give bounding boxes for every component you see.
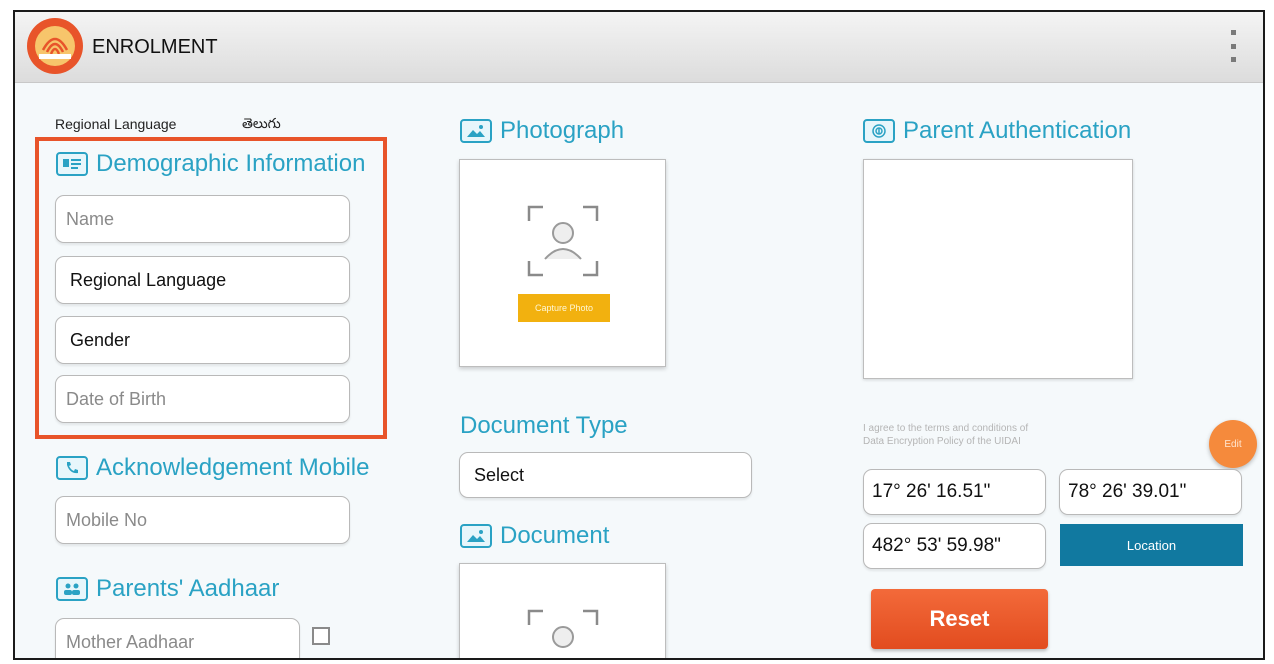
document-type-select[interactable]: Select [459,452,752,498]
photograph-title: Photograph [500,117,625,144]
parent-authentication-heading: Parent Authentication [863,117,1131,145]
demographic-title: Demographic Information [96,150,366,177]
overflow-menu-icon[interactable] [1225,30,1241,62]
altitude-field[interactable]: 482° 53' 59.98" [863,523,1046,569]
camera-frame-icon [527,609,599,648]
location-button[interactable]: Location [1060,524,1243,566]
agree-terms-line2: Data Encryption Policy of the UIDAI [863,436,1021,447]
gender-field[interactable]: Gender [55,316,350,364]
app-frame: ENROLMENT Regional Language తెలుగు Demog… [13,10,1265,660]
phone-icon [56,456,88,480]
latitude-field[interactable]: 17° 26' 16.51" [863,469,1046,515]
app-bar: ENROLMENT [15,12,1263,83]
capture-photo-button[interactable]: Capture Photo [518,294,610,322]
acknowledgement-title: Acknowledgement Mobile [96,454,370,481]
demographic-heading: Demographic Information [56,150,365,178]
parents-aadhaar-heading: Parents' Aadhaar [56,575,279,603]
app-title: ENROLMENT [92,36,218,58]
photograph-box[interactable]: Capture Photo [459,159,666,367]
date-of-birth-input[interactable]: Date of Birth [55,375,350,423]
camera-frame-icon [527,205,599,277]
longitude-field[interactable]: 78° 26' 39.01" [1059,469,1242,515]
parent-authentication-title: Parent Authentication [903,117,1132,144]
image-icon [460,119,492,143]
photograph-heading: Photograph [460,117,624,145]
parents-icon [56,577,88,601]
parents-aadhaar-title: Parents' Aadhaar [96,575,280,602]
image-icon [460,524,492,548]
regional-language-value[interactable]: తెలుగు [242,115,281,135]
acknowledgement-heading: Acknowledgement Mobile [56,454,369,482]
regional-language-label: Regional Language [55,116,177,132]
document-box[interactable] [459,563,666,658]
name-input[interactable]: Name [55,195,350,243]
document-title: Document [500,522,610,549]
parent-authentication-box[interactable] [863,159,1133,379]
agree-terms-line1: I agree to the terms and conditions of [863,423,1029,434]
document-heading: Document [460,522,609,550]
aadhaar-logo-icon [27,18,83,74]
agree-terms-text: I agree to the terms and conditions of D… [863,422,1028,448]
id-card-icon [56,152,88,176]
mother-aadhaar-checkbox[interactable] [312,627,330,645]
edit-fab-button[interactable]: Edit [1209,420,1257,468]
mobile-number-input[interactable]: Mobile No [55,496,350,544]
reset-button[interactable]: Reset [871,589,1048,649]
fingerprint-icon [863,119,895,143]
regional-language-field[interactable]: Regional Language [55,256,350,304]
mother-aadhaar-input[interactable]: Mother Aadhaar [55,618,300,658]
document-type-title: Document Type [460,412,628,439]
